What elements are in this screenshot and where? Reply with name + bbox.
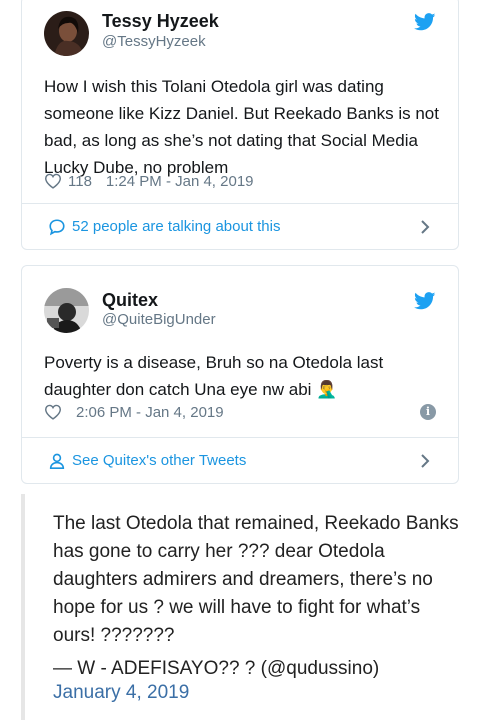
other-tweets-label[interactable]: See Quitex's other Tweets (72, 452, 246, 469)
avatar[interactable] (44, 288, 89, 333)
tweet-meta: 118 1:24 PM - Jan 4, 2019 (44, 171, 436, 191)
tweet-meta: 2:06 PM - Jan 4, 2019 i (44, 402, 436, 422)
tweet-card-quitex: Quitex @QuiteBigUnder Poverty is a disea… (21, 265, 459, 484)
tweet-text: Poverty is a disease, Bruh so na Otedola… (44, 353, 384, 399)
heart-icon[interactable] (44, 173, 62, 189)
chevron-right-icon[interactable] (420, 219, 430, 235)
user-handle[interactable]: @QuiteBigUnder (102, 311, 216, 328)
heart-icon[interactable] (44, 404, 62, 420)
embedded-quote: The last Otedola that remained, Reekado … (21, 494, 479, 720)
quote-attribution: — W - ADEFISAYO?? ? (@qudussino) (53, 658, 380, 679)
tweet-text: How I wish this Tolani Otedola girl was … (44, 77, 439, 177)
chevron-right-icon[interactable] (420, 453, 430, 469)
timestamp[interactable]: 1:24 PM - Jan 4, 2019 (106, 173, 254, 190)
avatar[interactable] (44, 11, 89, 56)
display-name[interactable]: Tessy Hyzeek (102, 11, 219, 32)
conversation-link[interactable]: 52 people are talking about this (22, 203, 458, 249)
twitter-bird-icon[interactable] (414, 292, 436, 310)
tweet-card-tessy: Tessy Hyzeek @TessyHyzeek How I wish thi… (21, 0, 459, 250)
quote-date-link[interactable]: January 4, 2019 (53, 682, 189, 704)
like-count: 118 (68, 172, 92, 190)
timestamp[interactable]: 2:06 PM - Jan 4, 2019 (76, 404, 224, 421)
speech-bubble-icon (49, 218, 65, 235)
other-tweets-link[interactable]: See Quitex's other Tweets (22, 437, 458, 483)
conversation-label[interactable]: 52 people are talking about this (72, 218, 280, 235)
info-icon[interactable]: i (420, 404, 436, 420)
user-handle[interactable]: @TessyHyzeek (102, 33, 206, 50)
quote-text: The last Otedola that remained, Reekado … (53, 513, 459, 646)
display-name[interactable]: Quitex (102, 290, 158, 311)
twitter-bird-icon[interactable] (414, 13, 436, 31)
person-icon (49, 453, 65, 469)
